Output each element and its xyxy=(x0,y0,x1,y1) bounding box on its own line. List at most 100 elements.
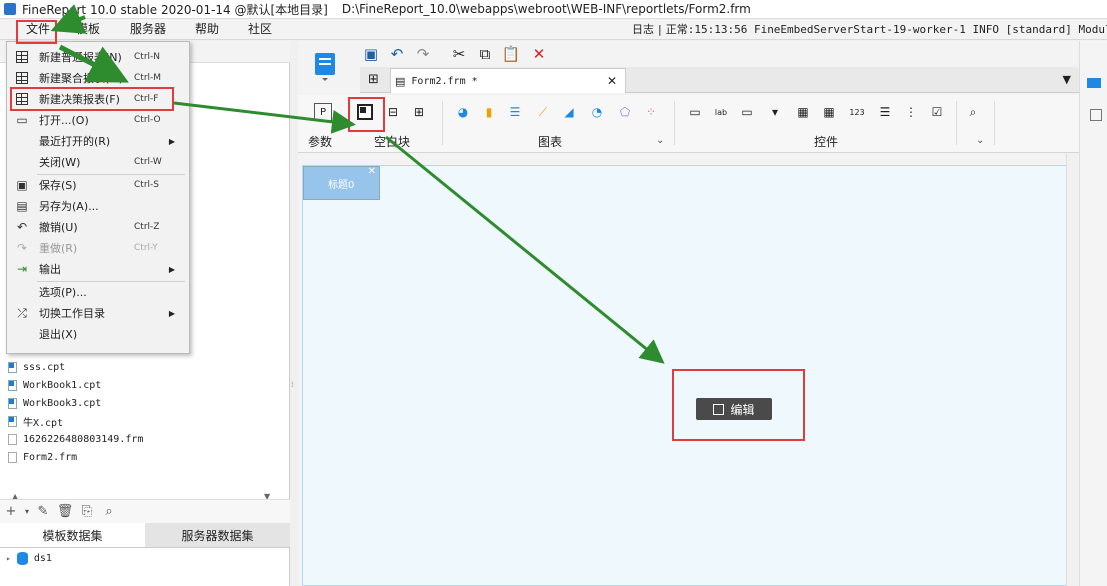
frm-file-icon xyxy=(8,452,17,463)
submenu-arrow-icon: ▶ xyxy=(168,264,175,274)
file-item[interactable]: WorkBook3.cpt xyxy=(8,395,101,412)
textfield-widget-icon[interactable]: ▭ xyxy=(738,103,756,121)
line-chart-icon[interactable]: ⟋ xyxy=(534,103,552,121)
title-bar: FineReport 10.0 stable 2020-01-14 @默认[本地… xyxy=(0,0,1107,19)
frm-file-icon xyxy=(8,434,17,445)
area-chart-icon[interactable]: ◢ xyxy=(560,103,578,121)
label-widget-icon[interactable]: ▭ xyxy=(686,103,704,121)
pencil-icon[interactable]: ✎ xyxy=(32,502,54,522)
param-widget-icon[interactable]: P xyxy=(314,103,332,121)
edit-button[interactable]: 编辑 xyxy=(696,398,772,420)
menu-options[interactable]: 选项(P)... xyxy=(7,282,189,302)
layout-grid-icon[interactable]: ⊞ xyxy=(410,103,428,121)
group-chart-label: 图表 xyxy=(538,135,563,149)
folder-icon: ▭ xyxy=(16,113,28,127)
expand-icon[interactable]: ▸ xyxy=(6,554,11,563)
calendar-widget-icon[interactable]: ▦ xyxy=(820,103,838,121)
aggregate-icon xyxy=(15,71,29,85)
tab-template-dataset[interactable]: 模板数据集 xyxy=(0,523,145,548)
delete-icon[interactable]: ✕ xyxy=(528,43,550,65)
menu-export[interactable]: ⇥ 输出 ▶ xyxy=(7,259,189,279)
tab-menu-icon[interactable]: ▼ xyxy=(1063,73,1071,86)
menu-new-aggregate-report[interactable]: 新建聚合报表(M) Ctrl-M xyxy=(7,68,189,88)
bar-chart-icon[interactable]: ▮ xyxy=(480,103,498,121)
search-file-icon[interactable]: ⎘ xyxy=(76,502,98,522)
redo-icon[interactable]: ↷ xyxy=(412,43,434,65)
add-icon[interactable]: + xyxy=(0,502,22,522)
undo-icon[interactable]: ↶ xyxy=(386,43,408,65)
copy-icon[interactable]: ⧉ xyxy=(474,43,496,65)
textarea-widget-icon[interactable]: ☰ xyxy=(876,103,894,121)
close-icon[interactable]: ✕ xyxy=(368,166,376,177)
menu-save-as[interactable]: ▤ 另存为(A)... xyxy=(7,196,189,216)
log-area: 日志 | 正常:15:13:56 FineEmbedServerStart-19-w… xyxy=(632,21,1107,38)
menu-help[interactable]: 帮助 xyxy=(195,21,219,38)
component-panel-icon[interactable] xyxy=(1090,109,1102,121)
right-side-panel xyxy=(1079,41,1107,586)
menu-file[interactable]: 文件 xyxy=(26,21,50,38)
menu-save[interactable]: ▣ 保存(S) Ctrl-S xyxy=(7,175,189,195)
radio-group-icon[interactable]: ⋮ xyxy=(902,103,920,121)
menu-server[interactable]: 服务器 xyxy=(130,21,166,38)
menu-undo[interactable]: ↶ 撤销(U) Ctrl-Z xyxy=(7,217,189,237)
template-toolbar: + ▾ ✎ 🗑 ⎘ ⌕ xyxy=(0,499,290,523)
paste-icon[interactable]: 📋 xyxy=(500,43,522,65)
add-tab-icon[interactable]: ⊞ xyxy=(368,72,379,87)
save-icon: ▣ xyxy=(16,178,28,192)
window-title: FineReport 10.0 stable 2020-01-14 @默认[本地… xyxy=(22,2,328,17)
text-widget-icon[interactable]: lab xyxy=(712,103,730,121)
file-item[interactable]: WorkBook1.cpt xyxy=(8,377,101,394)
checkbox-group-icon[interactable]: ☑ xyxy=(928,103,946,121)
layout-split-icon[interactable]: ⊟ xyxy=(384,103,402,121)
menu-open[interactable]: ▭ 打开...(O) Ctrl-O xyxy=(7,110,189,130)
horizontal-bar-icon[interactable]: ☰ xyxy=(506,103,524,121)
menu-switch-workdir[interactable]: ⤮ 切换工作目录 ▶ xyxy=(7,303,189,323)
cut-icon[interactable]: ✂ xyxy=(448,43,470,65)
menu-recent[interactable]: 最近打开的(R) ▶ xyxy=(7,131,189,151)
cpt-file-icon xyxy=(8,416,17,427)
menu-close[interactable]: 关闭(W) Ctrl-W xyxy=(7,152,189,172)
pie-chart-icon[interactable]: ◕ xyxy=(454,103,472,121)
radar-icon[interactable]: ⬠ xyxy=(616,103,634,121)
date-widget-icon[interactable]: ▦ xyxy=(794,103,812,121)
splitter-handle[interactable]: ⁞ xyxy=(291,380,296,392)
number-widget-icon[interactable]: 123 xyxy=(848,103,866,121)
log-status: 正常:15:13:56 FineEmbedServerStart-19-work… xyxy=(665,23,1107,36)
save-icon[interactable]: ▣ xyxy=(360,43,382,65)
chevron-down-icon[interactable]: ⌄ xyxy=(656,135,664,146)
search-widget-icon[interactable]: ⌕ xyxy=(964,103,982,121)
menu-template[interactable]: 模板 xyxy=(76,21,100,38)
property-panel-icon[interactable] xyxy=(1087,78,1101,88)
template-tabs: ⊞ ▤ Form2.frm * ✕ ▼ xyxy=(360,67,1079,93)
database-icon xyxy=(16,552,28,565)
locate-icon[interactable]: ⌕ xyxy=(98,502,120,522)
menu-new-normal-report[interactable]: 新建普通报表(N) Ctrl-N xyxy=(7,47,189,67)
menu-redo[interactable]: ↷ 重做(R) Ctrl-Y xyxy=(7,238,189,258)
gauge-icon[interactable]: ◔ xyxy=(588,103,606,121)
title-widget[interactable]: 标题0 ✕ xyxy=(303,166,380,200)
tab-server-dataset[interactable]: 服务器数据集 xyxy=(145,523,290,548)
form-canvas[interactable]: 标题0 ✕ 编辑 xyxy=(302,165,1075,586)
log-label[interactable]: 日志 xyxy=(632,23,654,36)
menu-community[interactable]: 社区 xyxy=(248,21,272,38)
scatter-icon[interactable]: ⁘ xyxy=(642,103,660,121)
chevron-down-icon[interactable]: ⌄ xyxy=(976,135,984,146)
file-item[interactable]: Form2.frm xyxy=(8,449,77,466)
tab-form2[interactable]: ▤ Form2.frm * ✕ xyxy=(390,68,626,93)
file-item[interactable]: 1626226480803149.frm xyxy=(8,431,143,448)
file-item[interactable]: 牛X.cpt xyxy=(8,413,63,430)
widget-bar: P ⊟ ⊞ ◕ ▮ ☰ ⟋ ◢ ◔ ⬠ ⁘ ▭ lab ▭ ▾ ▦ ▦ 123 … xyxy=(298,95,1079,153)
menu-exit[interactable]: 退出(X) xyxy=(7,324,189,344)
trash-icon[interactable]: 🗑 xyxy=(54,502,76,522)
template-icon[interactable] xyxy=(312,47,338,87)
dataset-item[interactable]: ▸ ds1 xyxy=(6,552,52,565)
vertical-scrollbar[interactable] xyxy=(1066,154,1078,586)
cpt-file-icon xyxy=(8,362,17,373)
file-item[interactable]: sss.cpt xyxy=(8,359,65,376)
chevron-down-icon[interactable]: ▾ xyxy=(22,502,32,522)
menu-new-decision-report[interactable]: 新建决策报表(F) Ctrl-F xyxy=(7,89,189,109)
blank-block-icon[interactable] xyxy=(356,103,374,121)
close-tab-icon[interactable]: ✕ xyxy=(607,74,617,88)
dropdown-widget-icon[interactable]: ▾ xyxy=(766,103,784,121)
menu-bar: 文件 模板 服务器 帮助 社区 日志 | 正常:15:13:56 FineEmbed… xyxy=(0,19,1107,40)
